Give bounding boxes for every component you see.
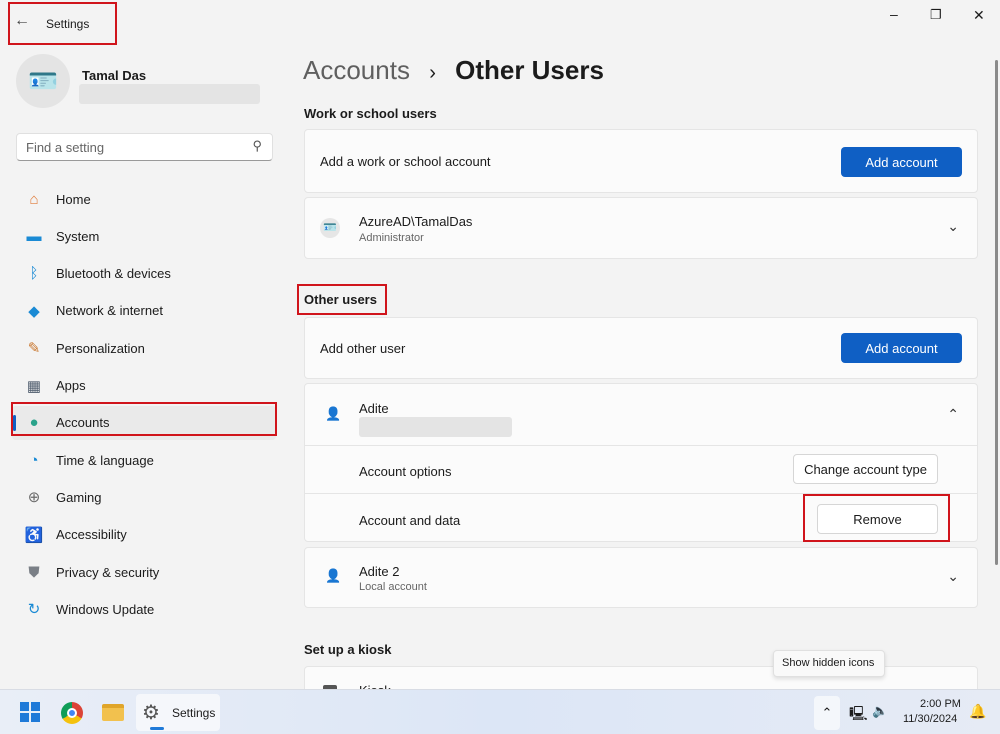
sidebar-item-personalization[interactable]: ✎ Personalization <box>12 331 276 365</box>
sidebar-item-label: Bluetooth & devices <box>56 266 171 282</box>
sidebar-item-label: Time & language <box>56 452 154 468</box>
sidebar-item-label: Network & internet <box>56 303 163 319</box>
back-button[interactable]: ← <box>14 12 30 30</box>
start-icon[interactable] <box>20 702 40 722</box>
sidebar-item-label: Personalization <box>56 340 145 356</box>
user-adite-card: 👤 Adite ⌃ Account options Change account… <box>304 383 978 542</box>
breadcrumb-separator: › <box>429 62 436 84</box>
add-work-label: Add a work or school account <box>320 154 491 169</box>
other-users-heading: Other users <box>304 292 377 307</box>
breadcrumb-parent[interactable]: Accounts <box>303 55 410 85</box>
account-options-label: Account options <box>359 464 452 479</box>
sidebar-item-label: System <box>56 228 100 244</box>
wifi-icon: ◆ <box>28 302 40 320</box>
maximize-button[interactable]: ❐ <box>930 7 942 23</box>
chevron-down-icon[interactable]: ⌄ <box>947 218 959 235</box>
network-icon[interactable]: 🖳 <box>849 703 868 727</box>
account-name: AzureAD\TamalDas <box>359 214 473 229</box>
avatar: 🪪 <box>16 54 70 108</box>
notification-icon[interactable]: 🔔 <box>969 703 986 720</box>
update-icon: ↻ <box>27 601 41 619</box>
account-data-row: Account and data Remove <box>305 494 977 542</box>
person-icon: 👤 <box>325 406 342 421</box>
azuread-account-row[interactable]: 🪪 AzureAD\TamalDas Administrator ⌄ <box>304 197 978 259</box>
user-email-redacted <box>79 84 260 104</box>
active-indicator <box>150 727 164 730</box>
account-options-row: Account options Change account type <box>305 446 977 494</box>
sidebar-item-system[interactable]: ▬ System <box>12 219 276 253</box>
file-explorer-icon[interactable] <box>102 704 124 721</box>
account-data-label: Account and data <box>359 513 461 528</box>
user-adite2-type: Local account <box>359 581 427 593</box>
sidebar-item-label: Accessibility <box>56 527 127 543</box>
add-other-label: Add other user <box>320 341 406 356</box>
add-work-card: Add a work or school account Add account <box>304 129 978 193</box>
add-other-account-button[interactable]: Add account <box>841 333 962 363</box>
sidebar-item-label: Privacy & security <box>56 564 160 580</box>
gamepad-icon: ⊕ <box>27 489 41 507</box>
monitor-icon: ▬ <box>26 227 42 245</box>
sidebar-item-label: Apps <box>56 378 86 393</box>
window-title: Settings <box>46 17 90 31</box>
page-title: Other Users <box>455 55 604 85</box>
user-adite2-name: Adite 2 <box>359 564 400 579</box>
gear-icon: ⚙ <box>142 702 160 724</box>
shield-icon: ⛊ <box>28 563 40 581</box>
sidebar-item-label: Accounts <box>56 415 110 431</box>
person-icon: ● <box>29 414 39 432</box>
user-name: Tamal Das <box>82 68 147 83</box>
breadcrumb: Accounts › Other Users <box>303 55 604 86</box>
user-adite-email-redacted <box>359 417 512 437</box>
chevron-down-icon[interactable]: ⌄ <box>947 568 959 585</box>
account-icon: 🪪 <box>320 218 340 238</box>
sidebar-item-apps[interactable]: ▦ Apps <box>12 369 276 403</box>
sidebar-item-label: Windows Update <box>56 601 155 617</box>
sidebar-item-home[interactable]: ⌂ Home <box>12 182 276 216</box>
taskbar-settings-app[interactable]: ⚙ Settings <box>136 694 220 731</box>
work-heading: Work or school users <box>304 106 437 121</box>
person-icon: 👤 <box>325 568 342 583</box>
minimize-button[interactable]: – <box>890 6 898 22</box>
tooltip: Show hidden icons <box>773 650 885 677</box>
clock-date[interactable]: 11/30/2024 <box>903 713 957 725</box>
sidebar-item-network-internet[interactable]: ◆ Network & internet <box>12 294 276 328</box>
sidebar-item-accessibility[interactable]: ♿ Accessibility <box>12 518 276 552</box>
sidebar-item-windows-update[interactable]: ↻ Windows Update <box>12 592 276 626</box>
kiosk-heading: Set up a kiosk <box>304 642 392 657</box>
taskbar: ⚙ Settings ⌃ 🖳 🔈 2:00 PM 11/30/2024 🔔 <box>0 689 1000 734</box>
globe-clock-icon: ◔ <box>29 451 39 469</box>
volume-icon[interactable]: 🔈 <box>872 703 888 719</box>
add-other-user-card: Add other user Add account <box>304 317 978 379</box>
sidebar-item-time-language[interactable]: ◔ Time & language <box>12 443 276 477</box>
account-role: Administrator <box>359 232 424 244</box>
clock-time[interactable]: 2:00 PM <box>920 698 961 710</box>
scrollbar[interactable] <box>995 60 998 565</box>
selected-indicator <box>13 414 16 431</box>
sidebar-item-accounts[interactable]: ● Accounts <box>12 405 276 440</box>
close-button[interactable]: ✕ <box>973 7 985 24</box>
chevron-up-icon[interactable]: ⌃ <box>947 406 959 423</box>
change-account-type-button[interactable]: Change account type <box>793 454 938 484</box>
sidebar-item-label: Home <box>56 191 91 207</box>
brush-icon: ✎ <box>27 340 41 358</box>
search-input[interactable]: Find a setting ⚲ <box>16 133 273 161</box>
sidebar-item-privacy-security[interactable]: ⛊ Privacy & security <box>12 555 276 589</box>
sidebar-item-gaming[interactable]: ⊕ Gaming <box>12 480 276 514</box>
home-icon: ⌂ <box>29 190 39 208</box>
sidebar-item-label: Gaming <box>56 489 102 505</box>
user-adite-header[interactable]: 👤 Adite ⌃ <box>305 384 977 446</box>
user-adite-name: Adite <box>359 401 389 416</box>
sidebar-item-bluetooth-devices[interactable]: ᛒ Bluetooth & devices <box>12 257 276 291</box>
taskbar-settings-label: Settings <box>172 706 216 720</box>
remove-button[interactable]: Remove <box>817 504 938 534</box>
chrome-icon[interactable] <box>61 702 83 724</box>
apps-icon: ▦ <box>26 377 42 395</box>
bluetooth-icon: ᛒ <box>29 265 39 283</box>
add-work-account-button[interactable]: Add account <box>841 147 962 177</box>
user-adite2-row[interactable]: 👤 Adite 2 Local account ⌄ <box>304 547 978 608</box>
search-icon: ⚲ <box>252 138 262 153</box>
accessibility-icon: ♿ <box>24 526 44 544</box>
search-placeholder: Find a setting <box>26 140 105 155</box>
show-hidden-icons-button[interactable]: ⌃ <box>814 696 840 730</box>
